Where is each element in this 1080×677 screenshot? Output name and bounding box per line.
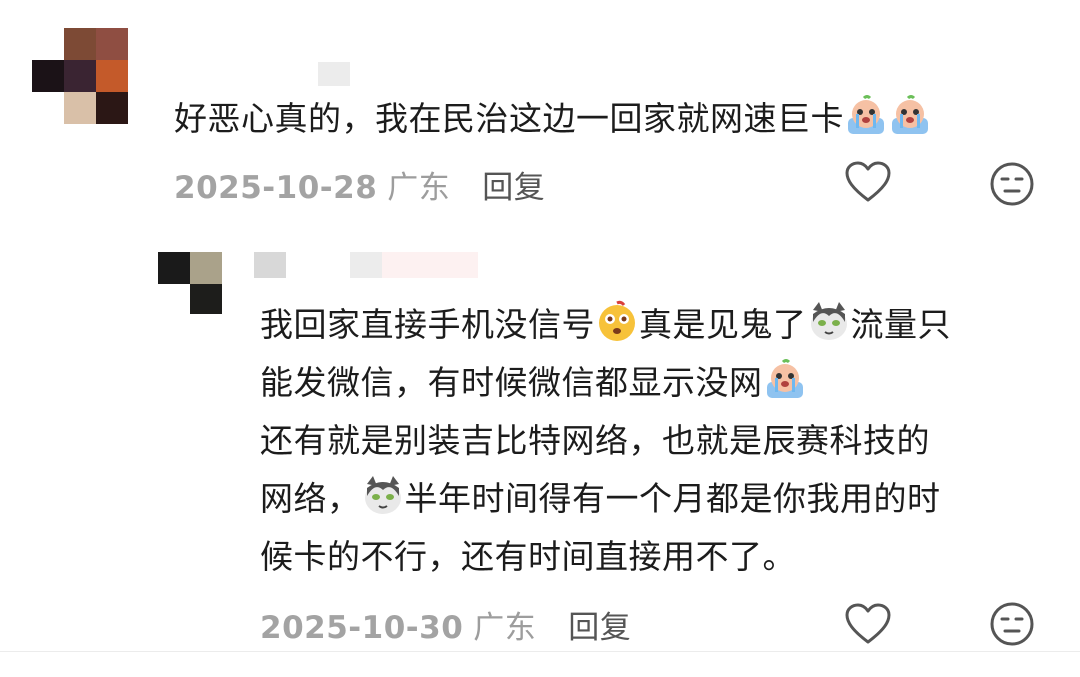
comment-text: 好恶心真的，我在民治这边一回家就网速巨卡: [174, 90, 932, 148]
comment-line: 能发微信，有时候微信都显示没网: [260, 354, 951, 412]
comment-date: 2025-10-30: [260, 610, 464, 646]
reply-button[interactable]: 回复: [482, 170, 545, 206]
crying-emoji: [763, 358, 807, 402]
username-blur: [350, 252, 382, 278]
comment-line: 网络， 半年时间得有一个月都是你我用的时: [260, 470, 951, 528]
reply-button[interactable]: 回复: [568, 610, 631, 646]
divider: [0, 651, 1080, 652]
comment-date: 2025-10-28: [174, 170, 378, 206]
avatar[interactable]: [158, 252, 238, 316]
surprised-emoji: [595, 300, 639, 344]
comment-location: 广东: [387, 170, 451, 206]
username[interactable]: [254, 252, 286, 278]
dislike-face-icon[interactable]: [988, 600, 1036, 648]
crying-emoji: [844, 94, 888, 138]
comment-meta: 2025-10-30 广东 回复: [260, 602, 631, 647]
like-icon[interactable]: [844, 602, 892, 646]
cat-emoji: [361, 474, 405, 518]
avatar[interactable]: [30, 28, 130, 128]
comment-line: 我回家直接手机没信号 真是见鬼了 流量只: [260, 296, 951, 354]
comment-line: 候卡的不行，还有时间直接用不了。: [260, 537, 796, 576]
comment-text: 我回家直接手机没信号 真是见鬼了 流量只 能发微信，有时候微信都显示没网 还有就是别…: [260, 296, 951, 586]
author-badge: [382, 252, 478, 278]
dislike-face-icon[interactable]: [988, 160, 1036, 208]
comment-meta: 2025-10-28 广东 回复: [174, 162, 545, 207]
comment-line: 还有就是别装吉比特网络，也就是辰赛科技的: [260, 421, 930, 460]
username[interactable]: [318, 62, 350, 86]
crying-emoji: [888, 94, 932, 138]
cat-emoji: [807, 300, 851, 344]
like-icon[interactable]: [844, 160, 892, 204]
comment-location: 广东: [473, 610, 537, 646]
